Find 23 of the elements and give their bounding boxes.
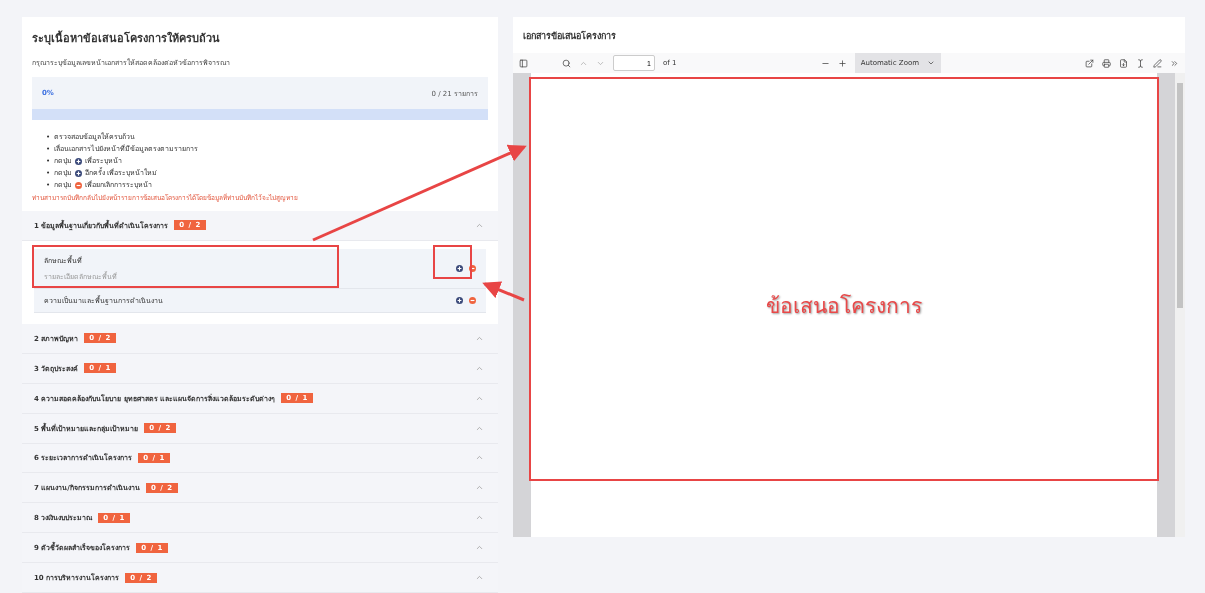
document-title: เอกสารข้อเสนอโครงการ xyxy=(522,30,617,43)
add-page-button[interactable] xyxy=(456,296,463,304)
add-page-button[interactable] xyxy=(456,264,463,272)
text-cursor-icon[interactable] xyxy=(1136,58,1145,68)
plus-circle-icon[interactable] xyxy=(75,157,83,165)
form-title: ระบุเนื้อหาข้อเสนอโครงการให้ครบถ้วน xyxy=(32,29,221,47)
minus-circle-icon[interactable] xyxy=(75,181,83,189)
sidebar-toggle-icon[interactable] xyxy=(519,58,528,68)
dropdown-caret-icon xyxy=(926,59,935,67)
chevrons-right-icon[interactable] xyxy=(1170,58,1179,68)
callout-arrow xyxy=(482,281,525,302)
external-link-icon[interactable] xyxy=(1085,58,1094,68)
remove-page-button[interactable] xyxy=(469,264,476,272)
zoom-in-icon[interactable] xyxy=(837,58,847,68)
search-icon[interactable] xyxy=(562,58,571,68)
page-text: ข้อเสนอโครงการ xyxy=(766,292,922,320)
printer-icon[interactable] xyxy=(1102,58,1111,68)
download-icon[interactable] xyxy=(1119,58,1128,68)
scrollbar[interactable] xyxy=(1175,73,1185,537)
highlight-frame xyxy=(433,245,472,279)
pen-icon[interactable] xyxy=(1153,58,1162,68)
plus-circle-icon[interactable] xyxy=(75,169,83,177)
remove-page-button[interactable] xyxy=(469,296,476,304)
